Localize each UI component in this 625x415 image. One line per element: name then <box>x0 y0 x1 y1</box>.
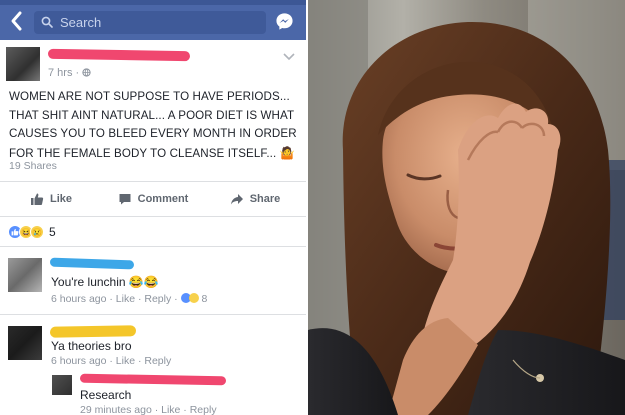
divider <box>0 246 306 247</box>
comment-reaction-count: 8 <box>201 293 208 305</box>
divider <box>0 216 306 217</box>
avatar[interactable] <box>8 258 42 292</box>
comment-label: Comment <box>137 193 189 205</box>
share-arrow-icon <box>230 194 243 205</box>
status-bar <box>0 0 306 5</box>
top-navigation-bar: Search <box>0 0 306 40</box>
comment-meta-text: 6 hours ago · Like · Reply · <box>51 293 178 305</box>
post-body: WOMEN ARE NOT SUPPOSE TO HAVE PERIODS...… <box>9 88 301 163</box>
avatar[interactable] <box>8 326 42 360</box>
comment-button[interactable]: Comment <box>102 186 204 212</box>
divider <box>0 314 306 315</box>
messenger-icon[interactable] <box>275 12 294 31</box>
facepalm-photo <box>308 0 625 415</box>
redacted-name-scribble <box>49 257 135 270</box>
share-label: Share <box>249 193 281 205</box>
comment-icon <box>119 194 131 205</box>
reaction-count: 5 <box>49 225 56 239</box>
search-icon <box>41 16 53 28</box>
comment-text: Ya theories bro <box>51 339 132 353</box>
shrug-emoji-icon: 🤷 <box>279 145 295 160</box>
chevron-down-icon[interactable] <box>283 53 295 61</box>
post-text: WOMEN ARE NOT SUPPOSE TO HAVE PERIODS...… <box>9 90 297 160</box>
reply-meta: 29 minutes ago · Like · Reply <box>80 404 217 415</box>
post-time-text: 7 hrs · <box>48 67 83 79</box>
comment-meta: 6 hours ago · Like · Reply <box>51 355 172 367</box>
facepalm-illustration <box>308 0 625 415</box>
redacted-name-scribble <box>49 325 137 338</box>
avatar[interactable] <box>6 47 40 81</box>
facebook-post-screenshot: Search 7 hrs · WOMEN ARE NOT SUPPOSE TO … <box>0 0 306 415</box>
comment-text: You're lunchin 😂😂 <box>51 275 159 289</box>
like-label: Like <box>49 193 72 205</box>
haha-reaction-icon <box>188 293 199 303</box>
search-placeholder: Search <box>60 15 102 30</box>
thumbs-up-icon <box>30 193 44 205</box>
redacted-name-scribble <box>47 48 191 62</box>
sad-reaction-icon: 😢 <box>30 225 44 239</box>
divider <box>0 181 306 182</box>
avatar[interactable] <box>52 375 72 395</box>
chevron-left-icon[interactable] <box>9 10 25 32</box>
share-count[interactable]: 19 Shares <box>9 160 57 172</box>
reactions-summary[interactable]: 😆 😢 5 <box>8 224 56 240</box>
share-button[interactable]: Share <box>204 186 306 212</box>
post-actions: Like Comment Share <box>0 186 306 212</box>
search-input[interactable]: Search <box>34 11 266 34</box>
reply-text: Research <box>80 388 132 402</box>
like-button[interactable]: Like <box>0 186 102 212</box>
redacted-name-scribble <box>79 373 227 386</box>
post-timestamp: 7 hrs · <box>48 67 91 79</box>
globe-icon <box>82 68 91 77</box>
comment-meta: 6 hours ago · Like · Reply · 8 <box>51 293 207 305</box>
